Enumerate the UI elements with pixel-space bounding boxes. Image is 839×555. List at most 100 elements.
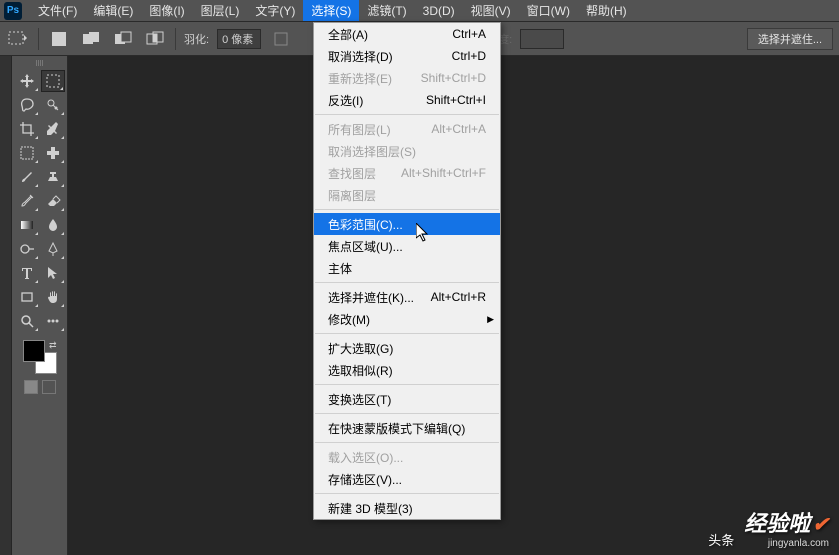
menu-item[interactable]: 取消选择(D)Ctrl+D [314,45,500,67]
add-selection-icon[interactable] [79,27,103,51]
pen-tool[interactable] [41,238,65,260]
menu-item-label: 色彩范围(C)... [328,216,403,233]
menu-select[interactable]: 选择(S) [303,0,359,21]
menu-item[interactable]: 修改(M)▶ [314,308,500,330]
menu-item[interactable]: 反选(I) Shift+Ctrl+I [314,89,500,111]
eraser-tool[interactable] [41,190,65,212]
foreground-color-swatch[interactable] [23,340,45,362]
panel-grip-icon[interactable] [30,60,50,66]
menu-filter[interactable]: 滤镜(T) [359,0,414,21]
menu-item[interactable]: 在快速蒙版模式下编辑(Q) [314,417,500,439]
healing-brush-tool[interactable] [41,142,65,164]
clone-stamp-tool[interactable] [41,166,65,188]
frame-tool[interactable] [15,142,39,164]
panel-tab-strip[interactable] [0,56,12,555]
menu-item-shortcut: Shift+Ctrl+I [426,93,486,107]
menu-layer[interactable]: 图层(L) [193,0,248,21]
quick-select-tool[interactable] [41,94,65,116]
blur-tool[interactable] [41,214,65,236]
menu-item-label: 存储选区(V)... [328,471,402,488]
menu-separator [315,442,499,443]
menu-item: 取消选择图层(S) [314,140,500,162]
type-tool[interactable] [15,262,39,284]
menu-edit[interactable]: 编辑(E) [85,0,141,21]
menu-item[interactable]: 选择并遮住(K)... Alt+Ctrl+R [314,286,500,308]
menu-item[interactable]: 焦点区域(U)... [314,235,500,257]
menu-item-label: 载入选区(O)... [328,449,403,466]
move-tool[interactable] [15,70,39,92]
menu-item[interactable]: 选取相似(R) [314,359,500,381]
menu-image[interactable]: 图像(I) [141,0,192,21]
menu-separator [315,209,499,210]
menu-item: 隔离图层 [314,184,500,206]
menu-item-shortcut: Ctrl+A [452,27,486,41]
menu-separator [315,384,499,385]
menu-file[interactable]: 文件(F) [30,0,85,21]
zoom-tool[interactable] [15,310,39,332]
menu-item-shortcut: Alt+Ctrl+R [431,290,486,304]
swap-colors-icon[interactable]: ⇄ [49,340,57,351]
menu-item-label: 查找图层 [328,165,376,182]
menu-item[interactable]: 扩大选取(G) [314,337,500,359]
marquee-preset-icon[interactable] [6,27,30,51]
intersect-selection-icon[interactable] [143,27,167,51]
menu-separator [315,493,499,494]
path-select-tool[interactable] [41,262,65,284]
submenu-arrow-icon: ▶ [487,314,494,325]
marquee-tool[interactable] [41,70,65,92]
history-brush-tool[interactable] [15,190,39,212]
menu-item-label: 选取相似(R) [328,362,393,379]
feather-label: 羽化: [184,31,209,47]
watermark-left-text: 头条 [708,530,734,549]
feather-input[interactable] [217,29,261,49]
menu-item-label: 选择并遮住(K)... [328,289,414,306]
quick-mask-toggle[interactable] [24,380,56,394]
menu-item-label: 焦点区域(U)... [328,238,403,255]
menu-item[interactable]: 存储选区(V)... [314,468,500,490]
menu-item: 重新选择(E)Shift+Ctrl+D [314,67,500,89]
brush-tool[interactable] [15,166,39,188]
menu-window[interactable]: 窗口(W) [519,0,578,21]
menu-item[interactable]: 主体 [314,257,500,279]
dodge-tool[interactable] [15,238,39,260]
menu-item-label: 所有图层(L) [328,121,391,138]
menu-item-label: 全部(A) [328,26,368,43]
separator [38,28,39,50]
menu-item[interactable]: 新建 3D 模型(3) [314,497,500,519]
menu-separator [315,413,499,414]
hand-tool[interactable] [41,286,65,308]
menu-item-label: 新建 3D 模型(3) [328,500,413,517]
new-selection-icon[interactable] [47,27,71,51]
menu-view[interactable]: 视图(V) [463,0,519,21]
tools-panel: ⇄ [12,56,68,555]
menu-item: 载入选区(O)... [314,446,500,468]
edit-toolbar[interactable] [41,310,65,332]
subtract-selection-icon[interactable] [111,27,135,51]
crop-tool[interactable] [15,118,39,140]
menu-3d[interactable]: 3D(D) [415,2,463,20]
color-swatches[interactable]: ⇄ [23,340,57,374]
menu-item-shortcut: Alt+Ctrl+A [431,122,486,136]
menu-item-label: 反选(I) [328,92,363,109]
eyedropper-tool[interactable] [41,118,65,140]
menu-item-label: 主体 [328,260,352,277]
menu-type[interactable]: 文字(Y) [247,0,303,21]
menu-help[interactable]: 帮助(H) [578,0,635,21]
lasso-tool[interactable] [15,94,39,116]
menu-item: 查找图层 Alt+Shift+Ctrl+F [314,162,500,184]
separator [175,28,176,50]
menu-item[interactable]: 变换选区(T) [314,388,500,410]
menu-item[interactable]: 全部(A) Ctrl+A [314,23,500,45]
menu-item-shortcut: Alt+Shift+Ctrl+F [401,166,486,180]
menu-item-label: 取消选择(D) [328,48,393,65]
gradient-tool[interactable] [15,214,39,236]
watermark-big-text: 经验啦✔ [744,506,829,538]
menu-item-label: 变换选区(T) [328,391,391,408]
menu-item-label: 取消选择图层(S) [328,143,416,160]
select-and-mask-button[interactable]: 选择并遮住... [747,28,833,50]
check-icon: ✔ [812,514,829,536]
menu-item[interactable]: 色彩范围(C)... [314,213,500,235]
antialias-icon[interactable] [269,27,293,51]
menu-item: 所有图层(L) Alt+Ctrl+A [314,118,500,140]
rectangle-tool[interactable] [15,286,39,308]
